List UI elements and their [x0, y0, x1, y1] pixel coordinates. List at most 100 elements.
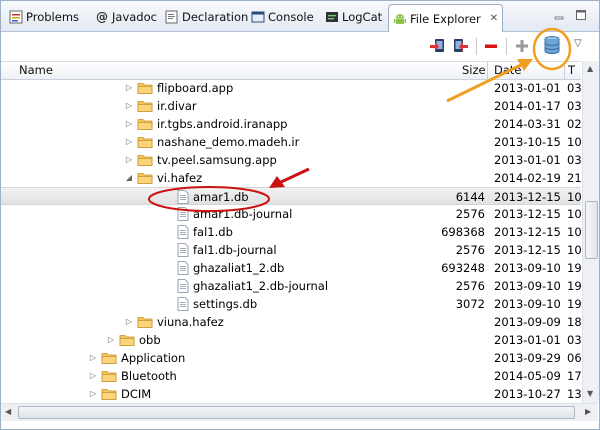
file-name: ir.tgbs.android.iranapp — [157, 117, 288, 131]
folder-row[interactable]: ▷ Application 2013-09-29 06 — [1, 349, 581, 367]
scroll-up-icon[interactable]: ▲ — [587, 64, 593, 73]
expand-arrow-icon[interactable]: ▷ — [106, 331, 116, 349]
file-date: 2013-12-15 — [494, 190, 561, 204]
file-row[interactable]: settings.db 3072 2013-09-10 19 — [1, 295, 581, 313]
file-date: 2013-09-10 — [494, 297, 561, 311]
column-header-date[interactable]: Date — [494, 62, 522, 79]
file-date: 2013-09-10 — [494, 261, 561, 275]
folder-row[interactable]: ▷ DCIM 2013-10-27 13 — [1, 385, 581, 403]
pull-file-icon[interactable] — [429, 37, 447, 55]
minimize-icon[interactable] — [553, 9, 565, 21]
column-divider[interactable] — [487, 62, 488, 79]
file-time: 10 — [567, 225, 581, 239]
expand-arrow-icon[interactable]: ▷ — [124, 133, 134, 151]
view-menu-icon[interactable]: ▽ — [574, 38, 582, 49]
folder-row[interactable]: ▷ nashane_demo.madeh.ir 2013-10-15 10 — [1, 133, 581, 151]
file-row[interactable]: amar1.db-journal 2576 2013-12-15 10 — [1, 205, 581, 223]
column-divider[interactable] — [564, 62, 565, 79]
scroll-left-icon[interactable]: ◀ — [5, 407, 11, 416]
column-header-name[interactable]: Name — [19, 62, 53, 79]
file-icon — [175, 243, 191, 257]
folder-icon — [101, 369, 117, 383]
expand-arrow-icon[interactable]: ▷ — [88, 367, 98, 385]
tab-declaration[interactable]: Declaration — [161, 4, 252, 30]
database-icon[interactable] — [543, 36, 561, 54]
close-tab-icon[interactable]: ✕ — [490, 13, 498, 24]
file-name: amar1.db — [193, 190, 249, 204]
vertical-scrollbar[interactable]: ▲ ▼ — [582, 61, 599, 403]
file-time: 10 — [567, 207, 581, 221]
expand-arrow-icon[interactable]: ▷ — [124, 151, 134, 169]
expand-arrow-icon[interactable]: ▷ — [124, 313, 134, 331]
collapse-arrow-icon[interactable]: ◢ — [124, 169, 134, 187]
horizontal-scrollbar[interactable]: ◀ ▶ — [1, 403, 598, 421]
file-icon — [175, 261, 191, 275]
push-file-icon[interactable] — [451, 37, 469, 55]
tab-file-explorer[interactable]: File Explorer ✕ — [388, 4, 503, 32]
vertical-scroll-thumb[interactable] — [585, 201, 598, 259]
folder-row[interactable]: ◢ vi.hafez 2014-02-19 21 — [1, 169, 581, 187]
file-name: nashane_demo.madeh.ir — [157, 135, 300, 149]
maximize-icon[interactable] — [575, 9, 587, 21]
file-name: fal1.db-journal — [193, 243, 277, 257]
folder-row[interactable]: ▷ ir.tgbs.android.iranapp 2014-03-31 02 — [1, 115, 581, 133]
expand-arrow-icon[interactable]: ▷ — [124, 115, 134, 133]
file-row[interactable]: fal1.db-journal 2576 2013-12-15 10 — [1, 241, 581, 259]
expand-arrow-icon[interactable]: ▷ — [124, 79, 134, 97]
folder-row[interactable]: ▷ viuna.hafez 2013-09-09 18 — [1, 313, 581, 331]
file-row[interactable]: amar1.db 6144 2013-12-15 10 — [1, 187, 581, 205]
file-size: 3072 — [455, 297, 485, 311]
scroll-down-icon[interactable]: ▼ — [587, 389, 593, 398]
expand-arrow-icon[interactable]: ▷ — [88, 349, 98, 367]
console-icon — [251, 10, 265, 24]
file-name: tv.peel.samsung.app — [157, 153, 277, 167]
file-size: 698368 — [441, 225, 485, 239]
file-name: ir.divar — [157, 99, 197, 113]
new-folder-icon[interactable] — [513, 37, 531, 55]
folder-icon — [101, 351, 117, 365]
tab-problems[interactable]: Problems — [5, 4, 83, 30]
file-date: 2013-10-15 — [494, 135, 561, 149]
folder-icon — [101, 387, 117, 401]
delete-icon[interactable] — [482, 37, 500, 55]
expand-arrow-icon[interactable]: ▷ — [88, 385, 98, 403]
file-size: 693248 — [441, 261, 485, 275]
folder-row[interactable]: ▷ flipboard.app 2013-01-01 03 — [1, 79, 581, 97]
file-date: 2014-02-19 — [494, 171, 561, 185]
file-size: 2576 — [455, 279, 485, 293]
file-row[interactable]: fal1.db 698368 2013-12-15 10 — [1, 223, 581, 241]
file-name: settings.db — [193, 297, 258, 311]
file-row[interactable]: ghazaliat1_2.db 693248 2013-09-10 19 — [1, 259, 581, 277]
tab-logcat[interactable]: LogCat — [321, 4, 386, 30]
folder-icon — [137, 135, 153, 149]
folder-row[interactable]: ▷ ir.divar 2014-01-17 03 — [1, 97, 581, 115]
file-time: 13 — [567, 387, 581, 401]
file-time: 18 — [567, 315, 581, 329]
tab-console[interactable]: Console — [247, 4, 318, 30]
file-date: 2013-12-15 — [494, 225, 561, 239]
folder-icon — [137, 153, 153, 167]
file-time: 03 — [567, 333, 581, 347]
view-tab-bar: Problems @ Javadoc Declaration Console L… — [1, 1, 599, 32]
file-name: ghazaliat1_2.db-journal — [193, 279, 329, 293]
file-date: 2013-01-01 — [494, 333, 561, 347]
at-icon: @ — [96, 10, 108, 24]
file-time: 03 — [567, 81, 581, 95]
file-date: 2013-09-10 — [494, 279, 561, 293]
file-time: 03 — [567, 153, 581, 167]
scroll-right-icon[interactable]: ▶ — [585, 407, 591, 416]
folder-row[interactable]: ▷ Bluetooth 2014-05-09 17 — [1, 367, 581, 385]
file-explorer-toolbar: ▽ — [1, 32, 599, 61]
file-date: 2013-12-15 — [494, 207, 561, 221]
file-explorer-window: Problems @ Javadoc Declaration Console L… — [0, 0, 600, 430]
expand-arrow-icon[interactable]: ▷ — [124, 97, 134, 115]
folder-row[interactable]: ▷ obb 2013-01-01 03 — [1, 331, 581, 349]
file-time: 02 — [567, 117, 581, 131]
tab-javadoc[interactable]: @ Javadoc — [91, 4, 161, 30]
folder-row[interactable]: ▷ tv.peel.samsung.app 2013-01-01 03 — [1, 151, 581, 169]
file-name: viuna.hafez — [157, 315, 224, 329]
horizontal-scroll-thumb[interactable] — [18, 406, 575, 419]
column-header-size[interactable]: Size — [462, 62, 486, 79]
column-header-time[interactable]: T — [568, 62, 575, 79]
file-row[interactable]: ghazaliat1_2.db-journal 2576 2013-09-10 19 — [1, 277, 581, 295]
